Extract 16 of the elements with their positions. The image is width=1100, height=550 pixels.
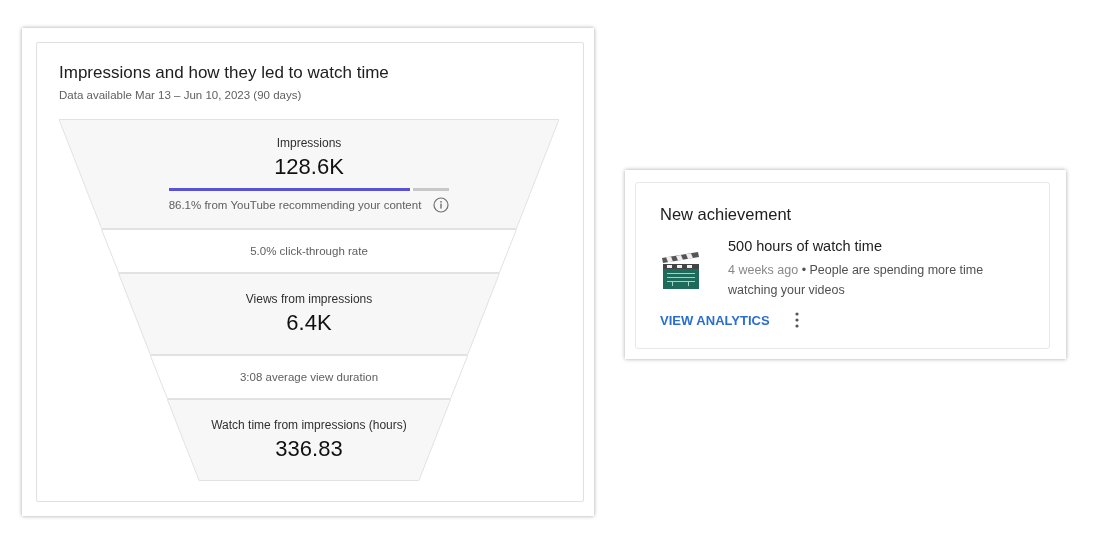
funnel-rate: 5.0% click-through rate (250, 245, 368, 257)
metric-value: 336.83 (275, 436, 343, 462)
metric-label: Views from impressions (245, 292, 373, 306)
funnel-rate: 3:08 average view duration (239, 371, 379, 383)
source-note: 86.1% from YouTube recommending your content (168, 198, 422, 211)
metric-label: Impressions (276, 135, 342, 150)
card-title: Impressions and how they led to watch time (59, 63, 389, 83)
view-analytics-link[interactable]: VIEW ANALYTICS (660, 310, 770, 330)
achievement-title: 500 hours of watch time (728, 238, 883, 254)
metric-value: 128.6K (274, 153, 344, 180)
metric-label: Watch time from impressions (hours) (211, 418, 407, 432)
metric-value: 6.4K (286, 310, 332, 336)
info-icon[interactable] (433, 196, 450, 213)
card-title: New achievement (660, 205, 792, 224)
date-range: Data available Mar 13 – Jun 10, 2023 (90 days) (59, 89, 302, 101)
achievement-description: 4 weeks ago • People are spending more time watching your videos (728, 262, 985, 299)
